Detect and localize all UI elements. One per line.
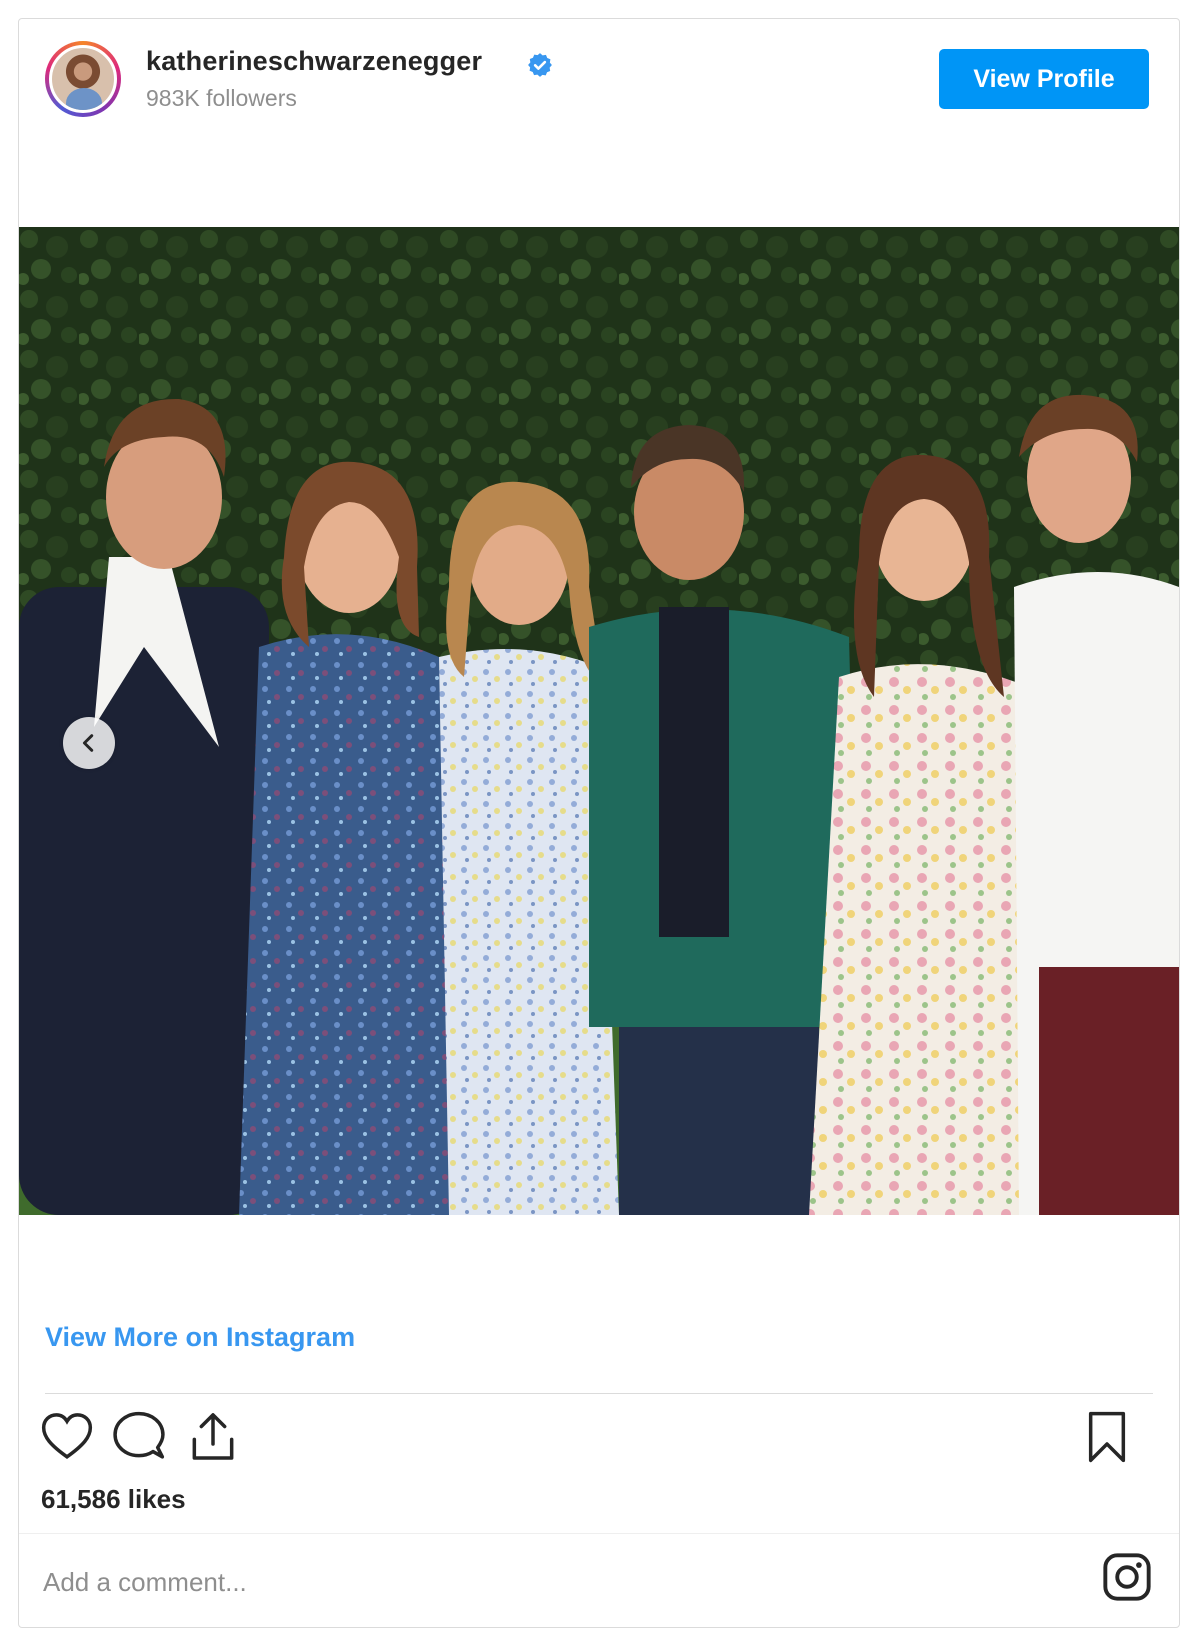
carousel-prev-button[interactable] bbox=[63, 717, 115, 769]
view-profile-button[interactable]: View Profile bbox=[939, 49, 1149, 109]
verified-badge-icon bbox=[528, 53, 552, 77]
instagram-embed-card: katherineschwarzenegger 983K followers V… bbox=[18, 18, 1180, 1628]
divider bbox=[45, 1393, 1153, 1394]
view-more-link[interactable]: View More on Instagram bbox=[45, 1322, 355, 1353]
chevron-left-icon bbox=[82, 734, 94, 752]
post-image[interactable] bbox=[19, 227, 1179, 1215]
bookmark-icon[interactable] bbox=[1079, 1409, 1135, 1465]
comment-input[interactable] bbox=[41, 1559, 945, 1605]
avatar-image bbox=[49, 45, 117, 113]
share-icon[interactable] bbox=[185, 1409, 241, 1465]
divider bbox=[19, 1533, 1179, 1534]
like-count[interactable]: 61,586 likes bbox=[41, 1484, 186, 1515]
comment-icon[interactable] bbox=[111, 1409, 167, 1465]
profile-avatar[interactable] bbox=[45, 41, 121, 117]
family-photo bbox=[19, 227, 1179, 1215]
username[interactable]: katherineschwarzenegger bbox=[146, 46, 482, 77]
instagram-logo-icon[interactable] bbox=[1101, 1551, 1153, 1603]
follower-count: 983K followers bbox=[146, 85, 297, 111]
heart-icon[interactable] bbox=[39, 1409, 95, 1465]
post-header: katherineschwarzenegger 983K followers V… bbox=[19, 19, 1179, 149]
